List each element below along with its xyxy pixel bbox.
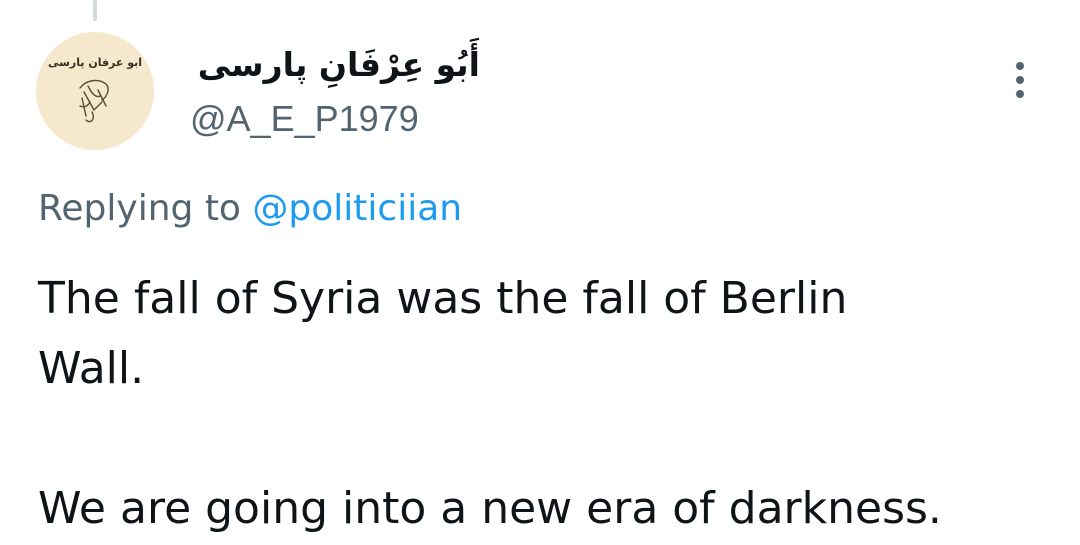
- tweet-text: The fall of Syria was the fall of Berlin…: [38, 264, 1058, 544]
- more-vertical-icon: [1016, 76, 1024, 84]
- tweet-paragraph: The fall of Syria was the fall of Berlin…: [38, 264, 1058, 404]
- thread-connector-line: [93, 0, 97, 21]
- reply-mention-link[interactable]: @politiciian: [252, 188, 462, 229]
- avatar-logo: ابو عرفان پارسی: [48, 56, 142, 123]
- tweet-line: Wall.: [38, 343, 145, 394]
- more-options-button[interactable]: [1002, 56, 1038, 104]
- avatar[interactable]: ابو عرفان پارسی: [36, 32, 154, 150]
- more-vertical-icon: [1016, 90, 1024, 98]
- tweet-line: The fall of Syria was the fall of Berlin: [38, 273, 848, 324]
- author-display-name[interactable]: أَبُو عِرْفَانِ پارسی: [190, 40, 480, 90]
- tweet-line: We are going into a new era of darkness.: [38, 483, 942, 534]
- avatar-text: ابو عرفان پارسی: [48, 56, 142, 69]
- more-vertical-icon: [1016, 62, 1024, 70]
- author-handle[interactable]: @A_E_P1979: [190, 96, 419, 142]
- sketch-icon: [79, 79, 109, 123]
- tweet-paragraph: We are going into a new era of darkness.: [38, 474, 1058, 544]
- reply-context: Replying to @politiciian: [38, 186, 462, 232]
- reply-prefix: Replying to: [38, 188, 241, 229]
